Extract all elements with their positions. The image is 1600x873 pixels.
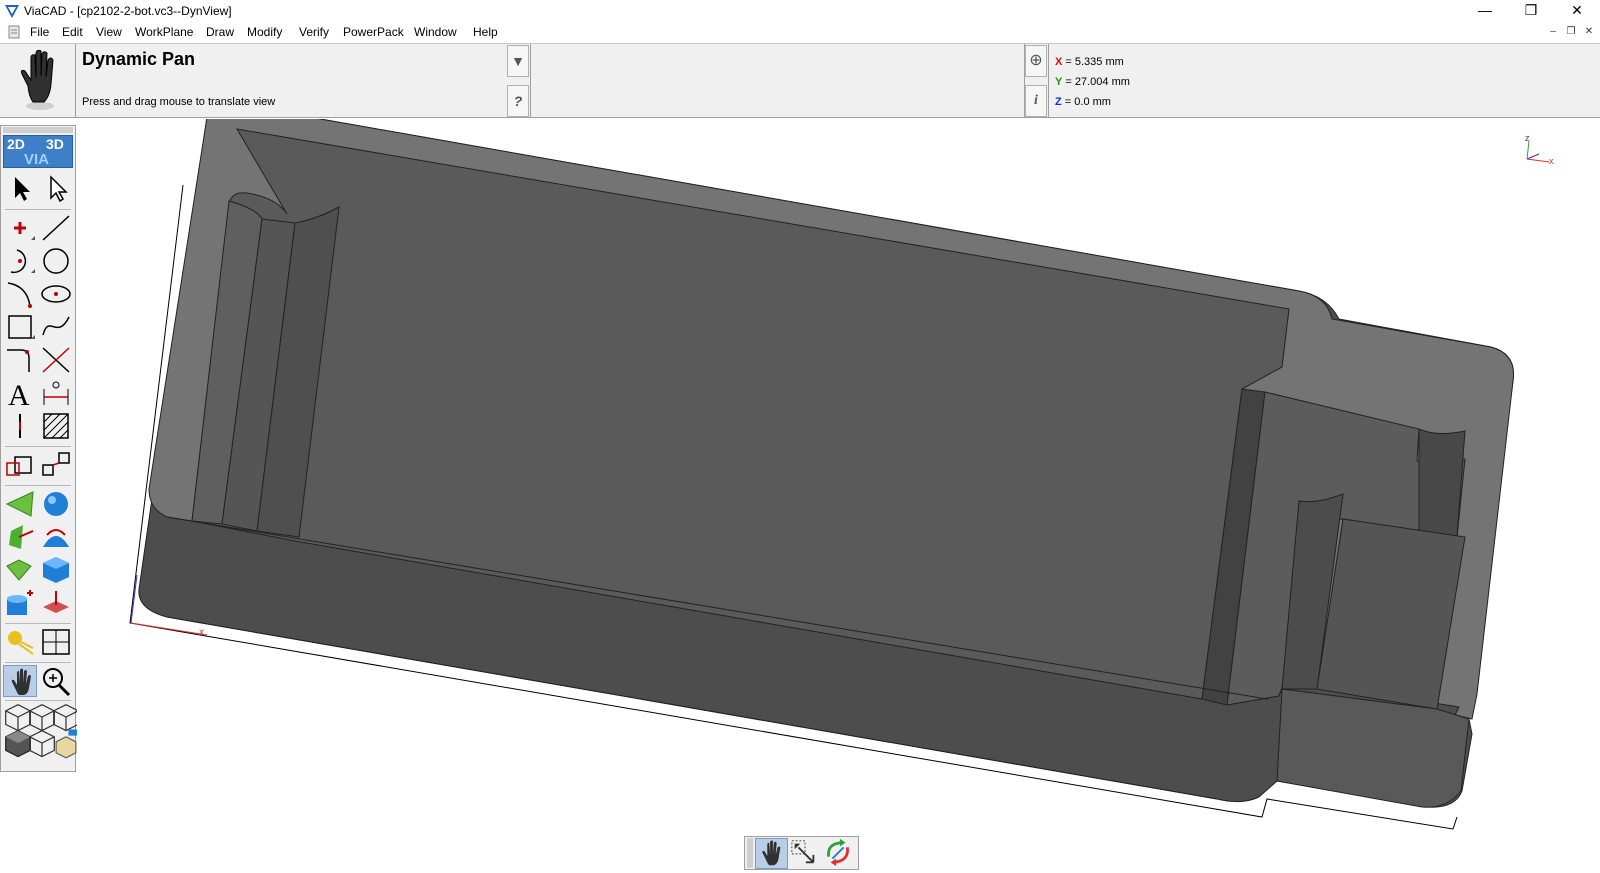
rectangle-icon[interactable] — [3, 311, 37, 343]
x-coordinate: X = 5.335 mm — [1055, 56, 1124, 68]
dimension-icon[interactable] — [39, 377, 73, 409]
world-y-axis — [130, 574, 138, 624]
logo-via: VIA — [24, 151, 50, 168]
sphere-solid-icon[interactable] — [39, 488, 73, 520]
y-coordinate: Y = 27.004 mm — [1055, 76, 1130, 88]
command-bar: Dynamic Pan Press and drag mouse to tran… — [0, 43, 1600, 118]
trim-icon[interactable] — [39, 344, 73, 376]
command-title: Dynamic Pan — [82, 49, 196, 69]
logo-3d: 3D — [46, 136, 64, 152]
menu-powerpack[interactable]: PowerPack — [343, 25, 404, 39]
command-prompt: Press and drag mouse to translate view — [82, 96, 276, 108]
view-triad: x z — [1525, 133, 1554, 166]
x-value: = 5.335 mm — [1062, 56, 1124, 68]
close-button[interactable]: ✕ — [1554, 0, 1600, 22]
snap-target-button[interactable]: ⊕ — [1025, 45, 1047, 77]
shaded-view-icon[interactable] — [1, 727, 31, 759]
model-canvas[interactable]: x x z — [77, 119, 1600, 870]
logo-2d: 2D — [7, 136, 25, 152]
2d-3d-toggle[interactable]: 2D 3D VIA — [3, 135, 73, 168]
hand-icon — [20, 49, 54, 110]
menu-window[interactable]: Window — [414, 25, 457, 39]
tool-palette: 2D 3D VIA A — [0, 125, 80, 772]
revolve-icon[interactable] — [39, 521, 73, 553]
transform-icon[interactable] — [3, 449, 37, 481]
zoom-icon[interactable] — [39, 665, 73, 697]
loft-icon[interactable] — [3, 554, 37, 586]
z-coordinate: Z = 0.0 mm — [1055, 96, 1111, 108]
coordinate-panel-edge — [1048, 44, 1049, 118]
wireframe-view-icon[interactable] — [25, 727, 55, 759]
title-bar: ViaCAD - [cp2102-2-bot.vc3--DynView] — ❐… — [0, 0, 1600, 22]
boolean-icon[interactable] — [3, 587, 37, 619]
hatch-icon[interactable] — [39, 410, 73, 442]
pan-hand-icon[interactable] — [3, 665, 37, 697]
menu-verify[interactable]: Verify — [299, 25, 329, 39]
circle-icon[interactable] — [39, 245, 73, 277]
push-pull-icon[interactable] — [39, 587, 73, 619]
menu-view[interactable]: View — [96, 25, 122, 39]
restore-button[interactable]: ❐ — [1508, 0, 1554, 22]
pocket-step-wall — [1418, 428, 1466, 538]
world-x-axis — [130, 622, 208, 636]
extrude-icon[interactable] — [3, 521, 37, 553]
mdi-close-button[interactable]: ✕ — [1582, 26, 1596, 38]
point-icon[interactable] — [3, 212, 37, 244]
centerline-icon[interactable] — [3, 410, 37, 442]
nav-grip[interactable] — [747, 838, 753, 868]
world-x-label: x — [199, 627, 204, 638]
line-icon[interactable] — [39, 212, 73, 244]
cone-solid-icon[interactable] — [3, 488, 37, 520]
document-icon[interactable] — [8, 25, 21, 39]
arc-icon[interactable] — [3, 245, 37, 277]
menu-draw[interactable]: Draw — [206, 25, 234, 39]
menu-help[interactable]: Help — [473, 25, 498, 39]
text-icon[interactable]: A — [3, 377, 37, 412]
command-divider — [530, 44, 531, 118]
nav-pan-hand-icon[interactable] — [755, 838, 788, 869]
z-axis-label: Z — [1055, 96, 1062, 108]
command-help-button[interactable]: ? — [507, 85, 529, 117]
menu-edit[interactable]: Edit — [62, 25, 83, 39]
info-button[interactable]: i — [1025, 85, 1047, 117]
triad-x-label: x — [1549, 156, 1554, 166]
menu-workplane[interactable]: WorkPlane — [135, 25, 193, 39]
menu-file[interactable]: File — [30, 25, 49, 39]
mdi-minimize-button[interactable]: – — [1546, 26, 1560, 38]
triad-z-label: z — [1525, 133, 1530, 143]
palette-grip[interactable] — [3, 127, 73, 133]
select-hollow-arrow-icon[interactable] — [39, 172, 73, 204]
y-value: = 27.004 mm — [1062, 76, 1130, 88]
zoom-window-icon[interactable] — [789, 838, 822, 869]
viacad-app-icon[interactable] — [4, 3, 20, 19]
menu-bar: File Edit View WorkPlane Draw Modify Ver… — [0, 22, 1600, 42]
box-solid-icon[interactable] — [39, 554, 73, 586]
command-icon-box — [0, 44, 76, 118]
view-navigation-toolbar — [744, 836, 859, 870]
rotate-view-icon[interactable] — [823, 838, 856, 869]
command-dropdown-button[interactable]: ▼ — [507, 45, 529, 77]
minimize-button[interactable]: — — [1462, 0, 1508, 22]
curve-arc-icon[interactable] — [3, 278, 37, 310]
ellipse-icon[interactable] — [39, 278, 73, 310]
window-title: ViaCAD - [cp2102-2-bot.vc3--DynView] — [24, 4, 232, 18]
select-arrow-icon[interactable] — [3, 172, 37, 204]
svg-text:A: A — [8, 379, 30, 409]
menu-modify[interactable]: Modify — [247, 25, 282, 39]
render-light-icon[interactable] — [3, 626, 37, 658]
copy-icon[interactable] — [39, 449, 73, 481]
view-cube-icon[interactable] — [49, 727, 80, 759]
layout-icon[interactable] — [39, 626, 73, 658]
fillet-icon[interactable] — [3, 344, 37, 376]
z-value: = 0.0 mm — [1061, 96, 1111, 108]
spline-icon[interactable] — [39, 311, 73, 343]
mdi-restore-button[interactable]: ❐ — [1564, 26, 1578, 38]
3d-viewport[interactable]: x x z — [77, 119, 1600, 870]
